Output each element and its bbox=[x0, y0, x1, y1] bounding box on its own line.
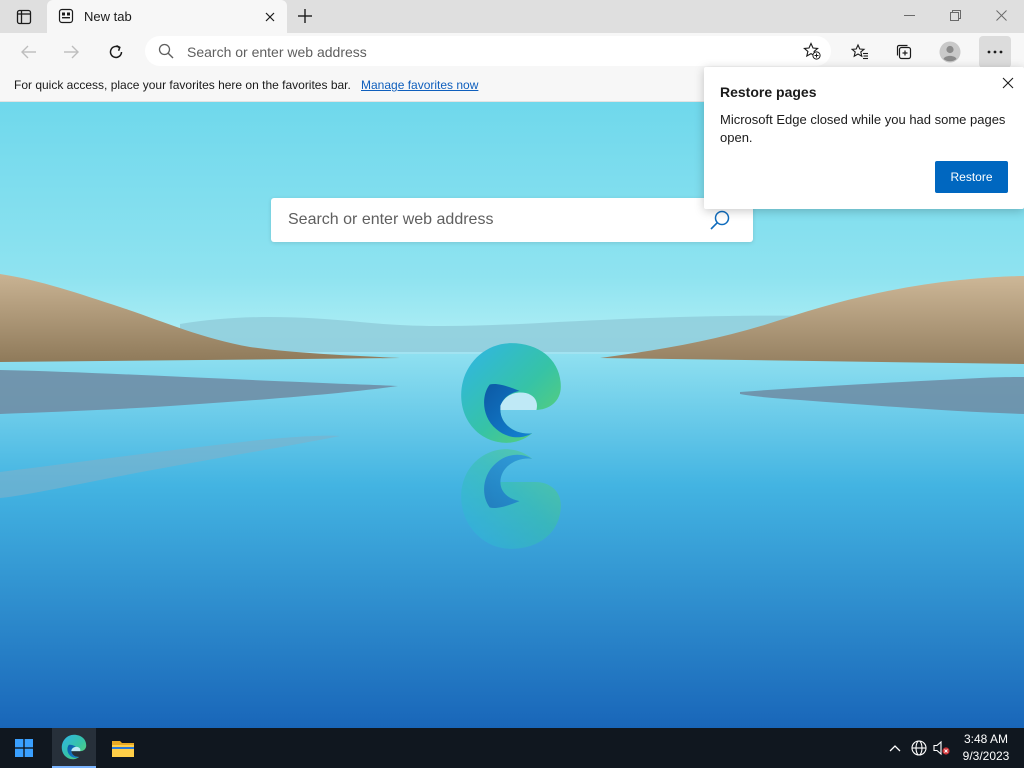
add-favorite-button[interactable] bbox=[799, 39, 825, 63]
manage-favorites-link[interactable]: Manage favorites now bbox=[361, 78, 478, 92]
ntp-search-placeholder: Search or enter web address bbox=[288, 211, 494, 228]
close-icon bbox=[265, 12, 275, 22]
forward-arrow-icon bbox=[64, 45, 79, 59]
clock-time: 3:48 AM bbox=[963, 732, 1009, 746]
start-button[interactable] bbox=[0, 728, 48, 768]
tab-strip: New tab bbox=[0, 0, 1024, 33]
close-window-button[interactable] bbox=[978, 0, 1024, 30]
close-window-icon bbox=[995, 9, 1007, 21]
flyout-close-button[interactable] bbox=[998, 73, 1018, 93]
network-button[interactable] bbox=[908, 728, 930, 768]
volume-button[interactable] bbox=[931, 728, 953, 768]
star-plus-icon bbox=[803, 42, 821, 60]
restore-window-icon bbox=[949, 9, 961, 21]
restore-pages-flyout: Restore pages Microsoft Edge closed whil… bbox=[704, 67, 1024, 209]
collections-icon bbox=[896, 44, 912, 60]
edge-logo-icon bbox=[461, 343, 561, 443]
settings-and-more-button[interactable] bbox=[979, 36, 1011, 68]
ntp-search-box[interactable]: Search or enter web address bbox=[271, 198, 753, 242]
forward-button[interactable] bbox=[55, 36, 87, 68]
flyout-title: Restore pages bbox=[720, 84, 817, 100]
favorites-icon bbox=[851, 43, 868, 60]
minimize-button[interactable] bbox=[886, 0, 932, 30]
minimize-icon bbox=[903, 14, 915, 16]
search-icon bbox=[710, 210, 730, 230]
taskbar-clock[interactable]: 3:48 AM 9/3/2023 bbox=[956, 731, 1016, 765]
search-icon bbox=[158, 43, 174, 59]
show-hidden-icons-button[interactable] bbox=[884, 728, 906, 768]
more-icon bbox=[987, 50, 1003, 54]
volume-muted-icon bbox=[933, 740, 950, 756]
tab-new-tab[interactable]: New tab bbox=[47, 0, 287, 33]
profile-button[interactable] bbox=[934, 36, 966, 68]
close-tab-button[interactable] bbox=[259, 6, 281, 28]
chevron-up-icon bbox=[889, 745, 901, 752]
new-tab-button[interactable] bbox=[290, 3, 320, 29]
globe-icon bbox=[911, 740, 927, 756]
refresh-button[interactable] bbox=[100, 36, 132, 68]
tab-actions-button[interactable] bbox=[6, 4, 42, 30]
address-bar-placeholder: Search or enter web address bbox=[187, 44, 367, 60]
favorites-bar-hint: For quick access, place your favorites h… bbox=[14, 78, 351, 92]
close-icon bbox=[1002, 77, 1014, 89]
flyout-message: Microsoft Edge closed while you had some… bbox=[720, 112, 1006, 145]
back-button[interactable] bbox=[13, 36, 45, 68]
refresh-icon bbox=[109, 44, 123, 59]
restore-window-button[interactable] bbox=[932, 0, 978, 30]
taskbar-edge-button[interactable] bbox=[52, 728, 96, 768]
profile-icon bbox=[939, 41, 961, 63]
favorites-button[interactable] bbox=[844, 36, 876, 68]
edge-taskbar-icon bbox=[61, 734, 87, 760]
edge-logo-reflection bbox=[461, 449, 561, 549]
ntp-search-button[interactable] bbox=[707, 207, 733, 233]
address-bar[interactable]: Search or enter web address bbox=[145, 36, 831, 66]
tab-actions-icon bbox=[16, 9, 32, 25]
restore-button[interactable]: Restore bbox=[935, 161, 1008, 193]
taskbar: 3:48 AM 9/3/2023 bbox=[0, 728, 1024, 768]
windows-logo-icon bbox=[15, 739, 33, 757]
plus-icon bbox=[298, 9, 312, 23]
back-arrow-icon bbox=[21, 45, 36, 59]
clock-date: 9/3/2023 bbox=[962, 749, 1010, 763]
new-tab-page-icon bbox=[58, 8, 74, 24]
taskbar-file-explorer-button[interactable] bbox=[100, 728, 146, 768]
folder-icon bbox=[112, 741, 134, 757]
tab-title: New tab bbox=[84, 9, 132, 24]
collections-button[interactable] bbox=[888, 36, 920, 68]
navigation-bar: Search or enter web address bbox=[0, 33, 1024, 70]
